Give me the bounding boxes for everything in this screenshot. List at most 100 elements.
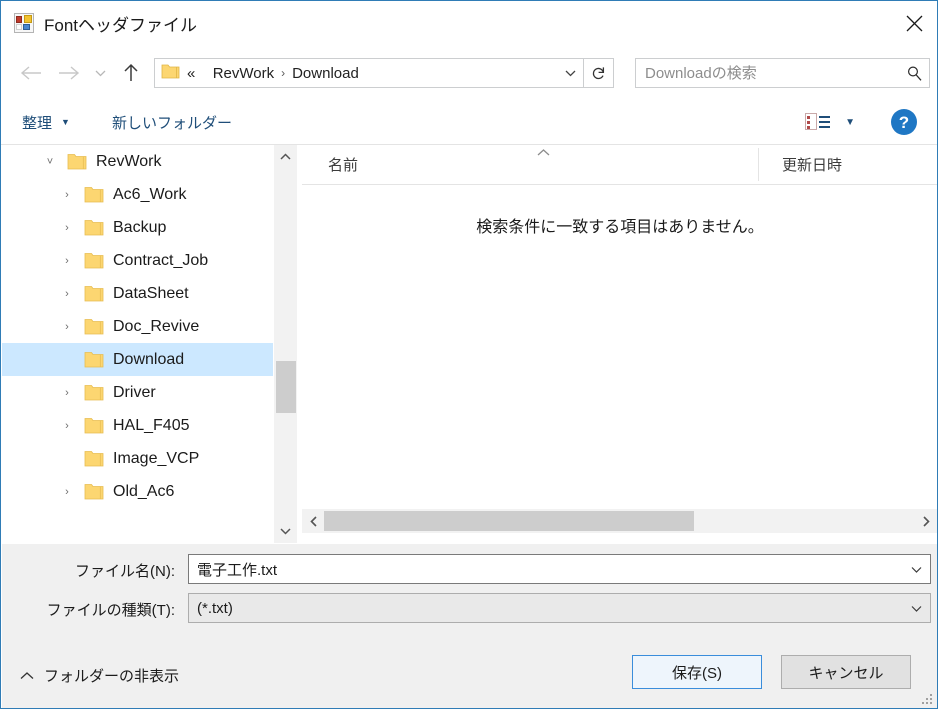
chevron-down-icon[interactable]: ˅ — [42, 154, 58, 170]
organize-button[interactable]: 整理 ▼ — [22, 112, 70, 133]
folder-icon — [67, 153, 87, 170]
chevron-right-icon[interactable]: › — [59, 286, 75, 302]
scroll-right-icon[interactable] — [914, 509, 937, 533]
chevron-right-icon[interactable]: › — [59, 319, 75, 335]
tree-expander-placeholder — [59, 352, 75, 368]
chevron-right-icon[interactable]: › — [59, 187, 75, 203]
folder-icon — [84, 285, 104, 302]
tree-item-label: Driver — [113, 383, 156, 401]
breadcrumb[interactable]: « RevWork › Download — [187, 65, 557, 82]
tree-item-label: RevWork — [96, 152, 162, 170]
tree-item-label: Old_Ac6 — [113, 482, 175, 500]
help-button[interactable]: ? — [891, 109, 917, 135]
new-folder-button[interactable]: 新しいフォルダー — [112, 112, 232, 133]
filename-input[interactable]: 電子工作.txt — [188, 554, 931, 584]
resize-grip-icon[interactable] — [922, 694, 934, 706]
list-view-icon[interactable] — [805, 112, 831, 132]
save-button[interactable]: 保存(S) — [632, 655, 762, 689]
file-list[interactable]: 名前 更新日時 検索条件に一致する項目はありません。 — [302, 145, 937, 543]
column-header-label: 名前 — [328, 157, 359, 174]
folder-icon — [161, 63, 180, 84]
view-mode-caret-icon[interactable]: ▼ — [845, 117, 855, 128]
filetype-select[interactable]: (*.txt) — [188, 593, 931, 623]
cancel-button[interactable]: キャンセル — [781, 655, 911, 689]
hide-folders-toggle[interactable]: フォルダーの非表示 — [20, 665, 179, 686]
close-icon[interactable] — [891, 1, 937, 45]
tree-vertical-scrollbar[interactable] — [273, 145, 297, 543]
recent-locations-icon[interactable] — [88, 54, 112, 92]
chevron-down-icon: ▼ — [61, 117, 70, 127]
chevron-right-icon[interactable]: › — [59, 385, 75, 401]
command-bar-right: ▼ ? — [805, 101, 937, 143]
folder-icon — [84, 384, 104, 401]
folder-icon — [84, 219, 104, 236]
tree-item-hal-f405[interactable]: › HAL_F405 — [2, 409, 273, 442]
save-file-dialog: Fontヘッダファイル « RevWork › Download Downloa… — [0, 0, 938, 709]
forward-icon[interactable] — [50, 54, 88, 92]
scroll-up-icon[interactable] — [274, 145, 297, 169]
folder-icon — [84, 252, 104, 269]
file-list-horizontal-scrollbar[interactable] — [302, 509, 937, 533]
tree-item-ac6-work[interactable]: › Ac6_Work — [2, 178, 273, 211]
chevron-right-icon[interactable]: › — [59, 418, 75, 434]
scrollbar-thumb[interactable] — [276, 361, 296, 413]
column-header-name[interactable]: 名前 — [302, 145, 757, 184]
tree-item-label: HAL_F405 — [113, 416, 190, 434]
tree-item-contract-job[interactable]: › Contract_Job — [2, 244, 273, 277]
chevron-down-icon[interactable] — [902, 594, 930, 622]
column-header-label: 更新日時 — [782, 157, 843, 174]
folder-icon — [84, 186, 104, 203]
tree-item-image-vcp[interactable]: Image_VCP — [2, 442, 273, 475]
hide-folders-label: フォルダーの非表示 — [44, 668, 180, 685]
up-one-level-icon[interactable] — [112, 54, 150, 92]
navigation-bar: « RevWork › Download — [1, 45, 937, 101]
file-list-header: 名前 更新日時 — [302, 145, 937, 185]
chevron-up-icon — [20, 669, 34, 683]
visual-studio-icon — [14, 13, 34, 33]
save-label: 保存(S) — [672, 664, 722, 682]
tree-item-label: Backup — [113, 218, 167, 236]
breadcrumb-item-download[interactable]: Download — [292, 65, 359, 82]
breadcrumb-sep-0 — [202, 66, 205, 80]
search-input[interactable] — [645, 64, 899, 82]
filetype-value: (*.txt) — [197, 599, 233, 617]
tree-item-label: Doc_Revive — [113, 317, 200, 335]
tree-item-driver[interactable]: › Driver — [2, 376, 273, 409]
address-dropdown-icon[interactable] — [557, 59, 583, 87]
tree-item-revwork[interactable]: ˅ RevWork — [2, 145, 273, 178]
filename-label: ファイル名(N): — [75, 563, 175, 580]
tree-item-download[interactable]: Download — [2, 343, 273, 376]
title-bar: Fontヘッダファイル — [1, 1, 937, 45]
address-bar[interactable]: « RevWork › Download — [154, 58, 584, 88]
refresh-icon[interactable] — [584, 58, 614, 88]
tree-item-datasheet[interactable]: › DataSheet — [2, 277, 273, 310]
tree-item-old-ac6[interactable]: › Old_Ac6 — [2, 475, 273, 508]
tree-item-label: Download — [113, 350, 185, 368]
scrollbar-thumb[interactable] — [324, 511, 694, 531]
scroll-down-icon[interactable] — [274, 519, 297, 543]
folder-icon — [84, 450, 104, 467]
chevron-right-icon[interactable]: › — [59, 220, 75, 236]
new-folder-label: 新しいフォルダー — [111, 114, 232, 132]
tree-expander-placeholder — [59, 451, 75, 467]
search-icon[interactable] — [899, 59, 929, 87]
tree-item-doc-revive[interactable]: › Doc_Revive — [2, 310, 273, 343]
tree-item-label: Image_VCP — [113, 449, 200, 467]
folder-icon — [84, 318, 104, 335]
scroll-left-icon[interactable] — [302, 509, 326, 533]
help-label: ? — [898, 112, 910, 132]
search-box[interactable] — [635, 58, 930, 88]
breadcrumb-item-revwork[interactable]: RevWork — [213, 65, 274, 82]
cancel-label: キャンセル — [808, 664, 884, 682]
organize-label: 整理 — [22, 114, 53, 132]
chevron-down-icon[interactable] — [902, 555, 930, 583]
chevron-right-icon: › — [281, 66, 286, 80]
sort-ascending-icon — [537, 146, 550, 158]
folder-tree[interactable]: ˅ RevWork › Ac6_Work › Backup › Contract… — [2, 145, 273, 543]
chevron-right-icon[interactable]: › — [59, 484, 75, 500]
back-icon[interactable] — [12, 54, 50, 92]
tree-item-backup[interactable]: › Backup — [2, 211, 273, 244]
dialog-footer: ファイル名(N): 電子工作.txt ファイルの種類(T): (*.txt) フ… — [2, 544, 937, 708]
chevron-right-icon[interactable]: › — [59, 253, 75, 269]
column-header-date-modified[interactable]: 更新日時 — [758, 148, 937, 181]
